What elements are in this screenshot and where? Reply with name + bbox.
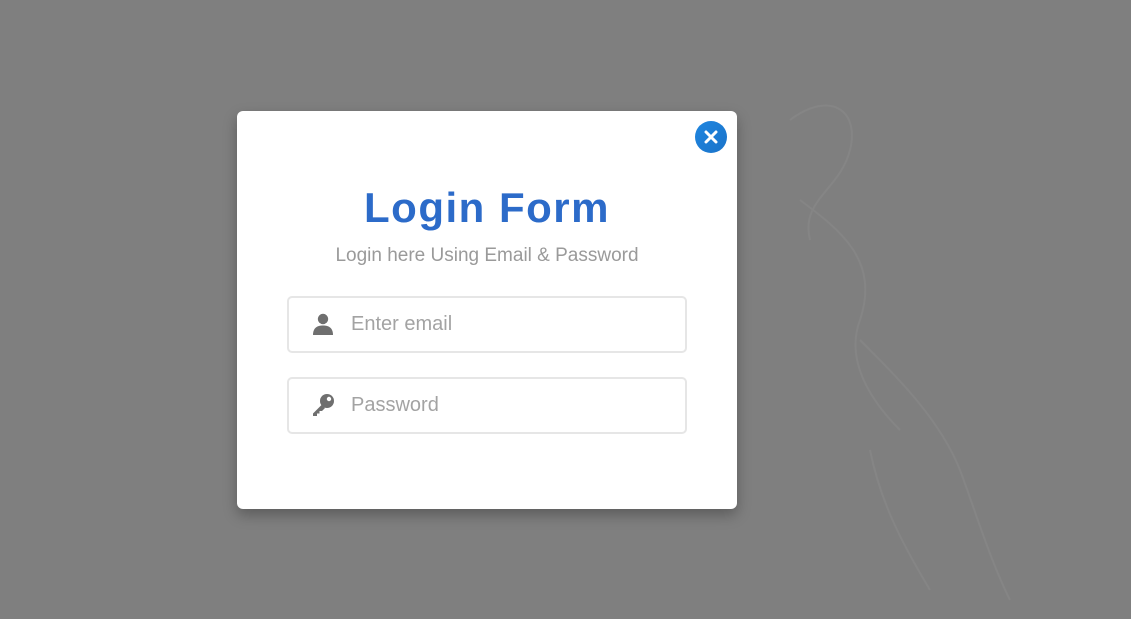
key-icon (311, 393, 335, 417)
close-button[interactable] (695, 121, 727, 153)
user-icon (311, 312, 335, 336)
login-modal: Login Form Login here Using Email & Pass… (237, 111, 737, 509)
password-field (287, 377, 687, 434)
email-input[interactable] (351, 298, 671, 351)
email-field (287, 296, 687, 353)
close-icon (704, 130, 718, 144)
form-title: Login Form (364, 184, 610, 231)
form-subtitle: Login here Using Email & Password (335, 245, 639, 266)
password-input[interactable] (351, 379, 671, 432)
